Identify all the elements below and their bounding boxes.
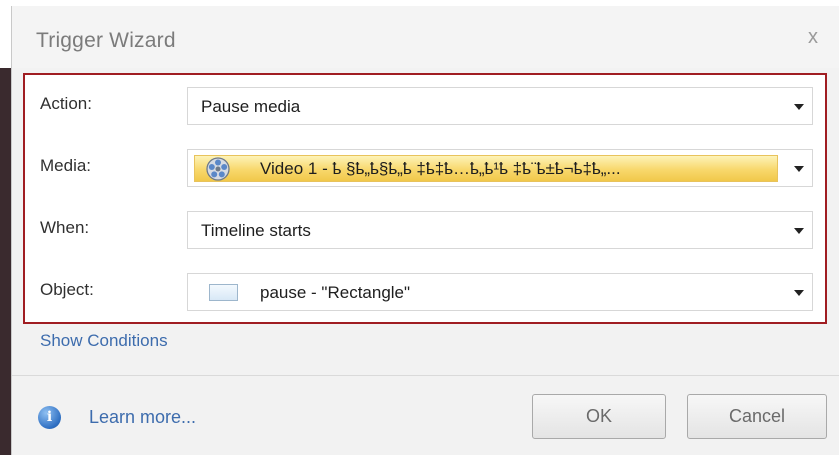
media-dropdown[interactable]: Video 1 - ҍ §ҍ„ҍ§ҍ„ҍ ‡ҍ‡ҍ…ҍ„ҍ¹ҍ ‡ҍ¨ҍ±ҍ¬ҍ… bbox=[187, 149, 813, 187]
object-row: Object: pause - "Rectangle" bbox=[25, 261, 825, 323]
trigger-wizard-dialog: Trigger Wizard x Action: Pause media Med… bbox=[11, 6, 839, 455]
cancel-button[interactable]: Cancel bbox=[687, 394, 827, 439]
media-value: Video 1 - ҍ §ҍ„ҍ§ҍ„ҍ ‡ҍ‡ҍ…ҍ„ҍ¹ҍ ‡ҍ¨ҍ±ҍ¬ҍ… bbox=[260, 159, 621, 178]
action-dropdown[interactable]: Pause media bbox=[187, 87, 813, 125]
title-bar: Trigger Wizard x bbox=[12, 6, 839, 68]
media-row: Media: Video 1 - ҍ §ҍ„ҍ§ҍ„ҍ ‡ҍ‡ҍ…ҍ„ҍ¹ҍ ‡… bbox=[25, 137, 825, 199]
ok-button[interactable]: OK bbox=[532, 394, 666, 439]
chevron-down-icon[interactable] bbox=[794, 104, 804, 110]
learn-more-link[interactable]: Learn more... bbox=[89, 407, 196, 428]
object-label: Object: bbox=[40, 280, 94, 299]
action-label: Action: bbox=[40, 94, 92, 113]
chevron-down-icon[interactable] bbox=[794, 228, 804, 234]
when-label: When: bbox=[40, 218, 90, 237]
dialog-title: Trigger Wizard bbox=[36, 29, 176, 52]
action-value: Pause media bbox=[201, 97, 301, 116]
info-icon[interactable]: i bbox=[38, 406, 61, 429]
when-row: When: Timeline starts bbox=[25, 199, 825, 261]
background-window-edge bbox=[0, 68, 11, 455]
rectangle-shape-icon bbox=[209, 284, 238, 301]
when-value: Timeline starts bbox=[201, 221, 311, 240]
when-dropdown[interactable]: Timeline starts bbox=[187, 211, 813, 249]
media-label: Media: bbox=[40, 156, 92, 175]
footer-divider bbox=[12, 375, 839, 376]
object-value: pause - "Rectangle" bbox=[260, 283, 411, 302]
chevron-down-icon[interactable] bbox=[794, 290, 804, 296]
action-row: Action: Pause media bbox=[25, 75, 825, 137]
chevron-down-icon[interactable] bbox=[794, 166, 804, 172]
close-icon[interactable]: x bbox=[808, 26, 818, 49]
show-conditions-link[interactable]: Show Conditions bbox=[40, 331, 168, 351]
object-dropdown[interactable]: pause - "Rectangle" bbox=[187, 273, 813, 311]
trigger-form: Action: Pause media Media: Video 1 - ҍ §… bbox=[23, 73, 827, 324]
film-reel-icon bbox=[206, 157, 230, 181]
